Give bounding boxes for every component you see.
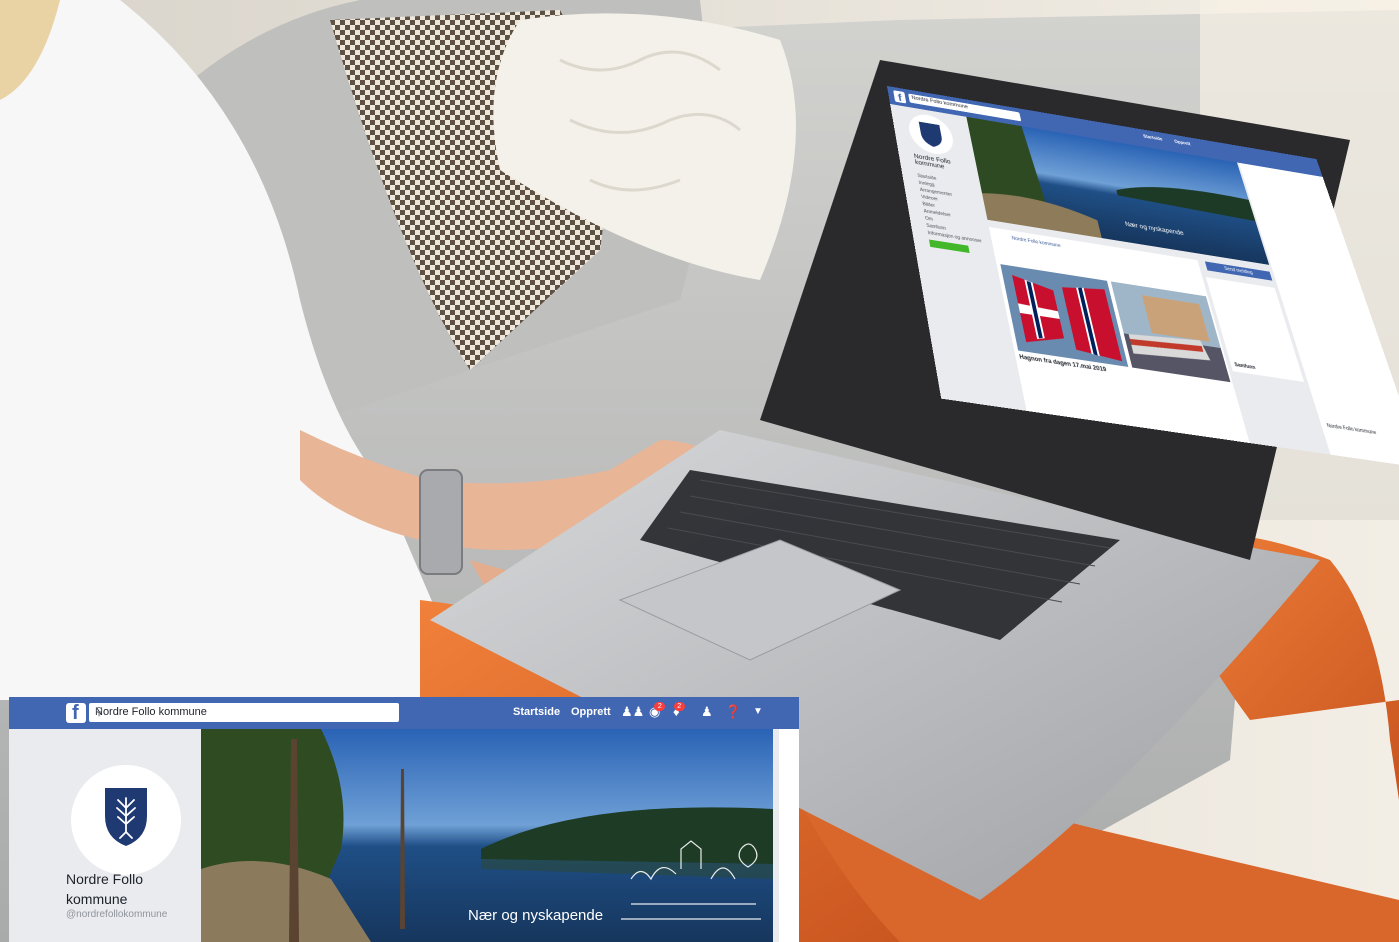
inset-nav-create[interactable]: Opprett bbox=[571, 706, 611, 718]
norwegian-flags-image bbox=[1000, 264, 1128, 367]
inset-page-handle: @nordrefollokommune bbox=[66, 909, 167, 920]
laptop-post-image-flags bbox=[1000, 264, 1128, 367]
inset-nav-home[interactable]: Startside bbox=[513, 706, 560, 718]
inset-page-avatar[interactable] bbox=[71, 765, 181, 875]
inset-search-input[interactable]: Nordre Follo kommune ⚲ bbox=[89, 703, 399, 722]
help-icon[interactable]: ❓ bbox=[725, 705, 741, 719]
laptop-nav-create[interactable]: Opprett bbox=[1174, 139, 1191, 147]
inset-cover-text: Nær og nyskapende bbox=[468, 907, 603, 924]
laptop-post-author[interactable]: Nordre Follo kommune bbox=[1011, 236, 1061, 249]
messages-badge: 2 bbox=[654, 702, 665, 711]
laptop-community-label: Samfunn bbox=[1234, 362, 1256, 371]
laptop-sidebar-menu: Startside Innlegg Arrangementer Videoer … bbox=[917, 172, 989, 256]
municipal-shield-icon bbox=[103, 786, 149, 848]
friends-icon[interactable]: ♟♟ bbox=[621, 705, 644, 719]
notifications-bell-icon[interactable]: ♦ 2 bbox=[673, 705, 680, 719]
inset-page-name: Nordre Follo kommune bbox=[66, 869, 186, 909]
photo-scene: f Nordre Follo kommune Startside Opprett… bbox=[0, 0, 1399, 942]
facebook-page-inset: Nordre Follo kommune ⚲ Startside Opprett… bbox=[9, 697, 799, 942]
community-icon[interactable]: ♟ bbox=[701, 705, 713, 719]
notifications-badge: 2 bbox=[674, 702, 685, 711]
messenger-icon[interactable]: ◉ 2 bbox=[649, 705, 660, 719]
municipal-shield-icon bbox=[906, 111, 956, 157]
inset-right-panel bbox=[779, 729, 799, 942]
inset-facebook-topbar: Nordre Follo kommune ⚲ Startside Opprett… bbox=[9, 697, 799, 729]
facebook-logo-icon[interactable] bbox=[66, 703, 86, 723]
inset-sidebar: Nordre Follo kommune @nordrefollokommune bbox=[9, 729, 199, 942]
laptop-nav-home[interactable]: Startside bbox=[1143, 134, 1163, 142]
inset-cover-photo: Nær og nyskapende bbox=[201, 729, 773, 942]
laptop-chat-tab[interactable]: Nordre Follo kommune bbox=[1326, 423, 1377, 436]
laptop-page-name: Nordre Follo kommune bbox=[914, 153, 973, 174]
facebook-logo-icon: f bbox=[893, 90, 906, 103]
laptop-post-card: Nordre Follo kommune Hagnon fra dagen 17… bbox=[989, 227, 1250, 443]
laptop-page-avatar bbox=[906, 111, 956, 157]
chevron-down-icon[interactable]: ▼ bbox=[753, 705, 763, 719]
search-icon[interactable]: ⚲ bbox=[95, 705, 389, 718]
